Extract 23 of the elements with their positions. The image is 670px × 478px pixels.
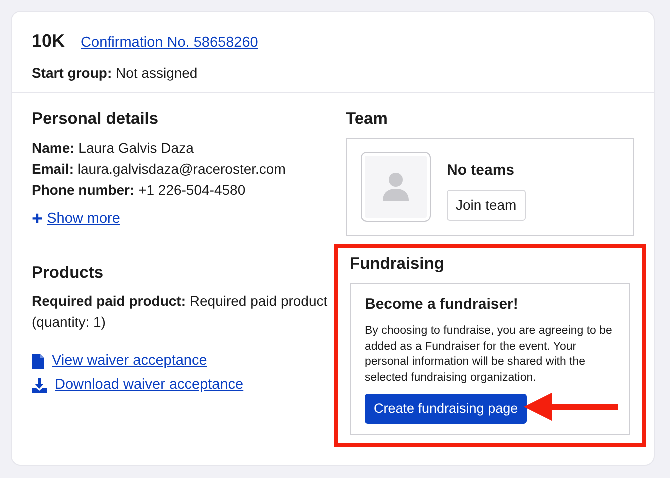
create-fundraising-page-button[interactable]: Create fundraising page bbox=[365, 394, 528, 424]
section-heading: Fundraising bbox=[350, 254, 446, 275]
waiver-link[interactable]: Download waiver acceptance bbox=[55, 373, 244, 398]
detail-text: Phone number: +1 226-504-4580 bbox=[32, 180, 247, 200]
waiver-link[interactable]: View waiver acceptance bbox=[52, 349, 208, 374]
section-heading: Personal details bbox=[32, 109, 160, 130]
confirmation-link[interactable]: Confirmation No. 58658260 bbox=[81, 33, 258, 55]
detail-text: Start group: Not assigned bbox=[32, 64, 199, 83]
team-status: No teams bbox=[447, 160, 516, 181]
join-team-button[interactable]: Join team bbox=[447, 190, 526, 222]
detail-text: Name: Laura Galvis Daza bbox=[32, 138, 195, 158]
section-heading: Team bbox=[346, 109, 389, 130]
product-text: Required paid product: Required paid product (quantity: 1) bbox=[32, 292, 329, 332]
download-icon bbox=[32, 378, 47, 393]
fundraising-description: By choosing to fundraise, you are agreeing to be added as a Fundraiser for the event. Your personal information will be shared with the selected fundraising organization. bbox=[365, 324, 614, 386]
event-title: 10K bbox=[32, 30, 66, 53]
plus-icon: + bbox=[32, 210, 44, 230]
document-icon bbox=[32, 354, 44, 369]
show-more-link[interactable]: Show more bbox=[47, 208, 120, 230]
person-icon bbox=[382, 172, 410, 202]
section-heading: Products bbox=[32, 262, 105, 284]
detail-text: Email: laura.galvisdaza@raceroster.com bbox=[32, 160, 287, 179]
panel-title: Become a fundraiser! bbox=[365, 294, 520, 314]
